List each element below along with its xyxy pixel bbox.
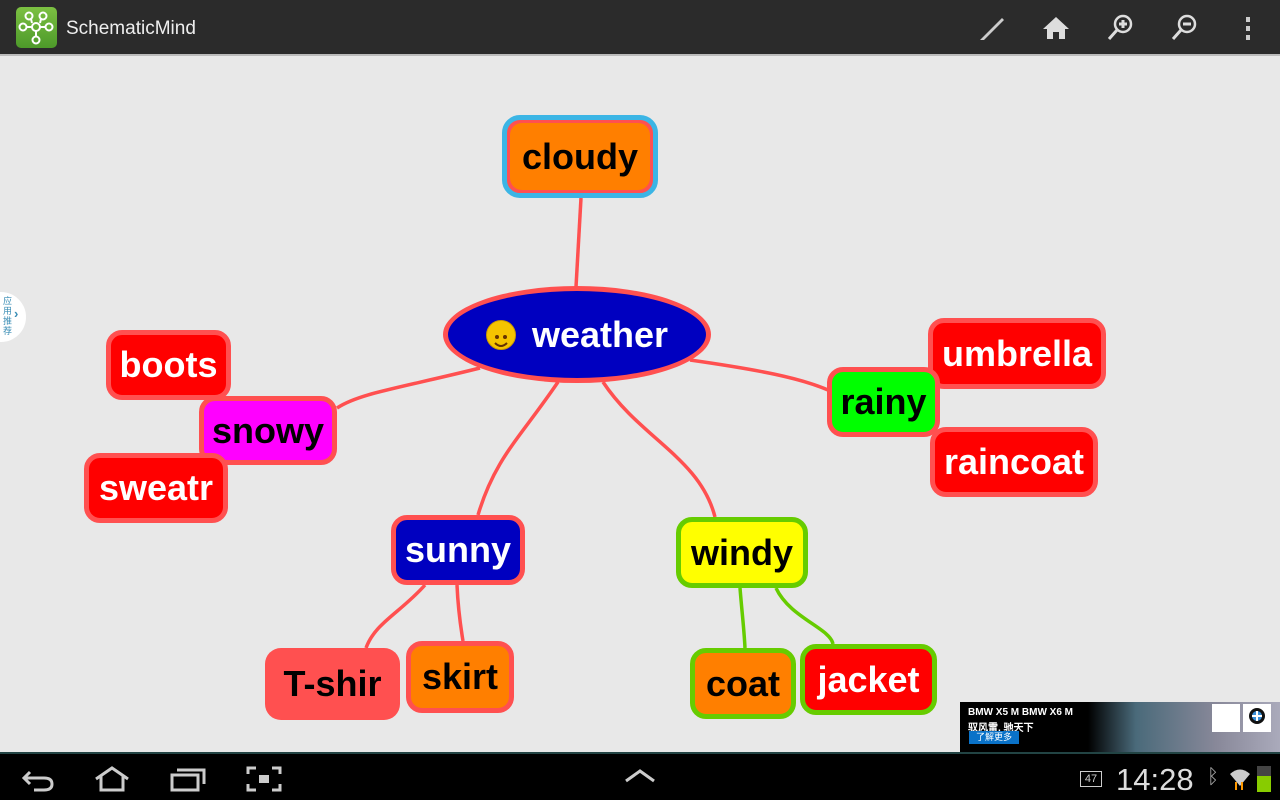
clock: 14:28	[1116, 762, 1194, 797]
wifi-icon	[1230, 769, 1250, 790]
battery-icon	[1257, 766, 1271, 792]
node-skirt[interactable]: skirt	[406, 641, 514, 713]
node-umbrella[interactable]: umbrella	[928, 318, 1106, 389]
node-weather-center[interactable]: weather	[443, 286, 711, 383]
node-rainy[interactable]: rainy	[827, 367, 940, 437]
mindmap-canvas[interactable]: cloudy weather boots snowy sweatr umbrel…	[0, 58, 1280, 752]
recent-apps-icon[interactable]	[168, 766, 208, 792]
app-logo-icon	[16, 7, 57, 48]
ad-headline: BMW X5 M BMW X6 M	[968, 707, 1073, 718]
home-icon[interactable]	[1040, 12, 1072, 44]
node-boots[interactable]: boots	[106, 330, 231, 400]
zoom-in-icon[interactable]	[1104, 12, 1136, 44]
app-title: SchematicMind	[66, 18, 196, 39]
action-bar: SchematicMind	[0, 0, 1280, 56]
bmw-logo	[1243, 704, 1271, 732]
ad-cta-button[interactable]: 了解更多	[969, 731, 1019, 744]
node-cloudy[interactable]: cloudy	[502, 115, 658, 198]
bluetooth-icon: ᛒ	[1207, 766, 1219, 788]
node-sweatr[interactable]: sweatr	[84, 453, 228, 523]
app-recommend-label: 应用推荐	[3, 296, 13, 336]
node-windy[interactable]: windy	[676, 517, 808, 588]
zoom-out-icon[interactable]	[1168, 12, 1200, 44]
home-nav-icon[interactable]	[92, 766, 132, 792]
node-coat[interactable]: coat	[690, 648, 796, 719]
brush-icon[interactable]	[976, 12, 1008, 44]
notification-badge[interactable]: 47	[1080, 771, 1102, 787]
node-jacket[interactable]: jacket	[800, 644, 937, 715]
overflow-menu-icon[interactable]	[1232, 12, 1264, 44]
ad-banner[interactable]: BMW X5 M BMW X6 M 驭风雷, 驰天下 了解更多	[960, 702, 1280, 752]
node-sunny[interactable]: sunny	[391, 515, 525, 585]
smiley-icon	[485, 319, 516, 350]
bmw-m-logo	[1212, 704, 1240, 732]
node-weather-label: weather	[531, 313, 669, 355]
chevron-right-icon: ›	[14, 306, 19, 321]
system-nav-bar: 47 14:28 ᛒ	[0, 752, 1280, 800]
back-icon[interactable]	[20, 766, 56, 792]
screenshot-icon[interactable]	[246, 766, 282, 792]
node-cloudy-label: cloudy	[510, 123, 650, 190]
node-tshirt[interactable]: T-shir	[265, 648, 400, 720]
node-raincoat[interactable]: raincoat	[930, 427, 1098, 497]
chevron-up-icon[interactable]	[624, 768, 656, 784]
